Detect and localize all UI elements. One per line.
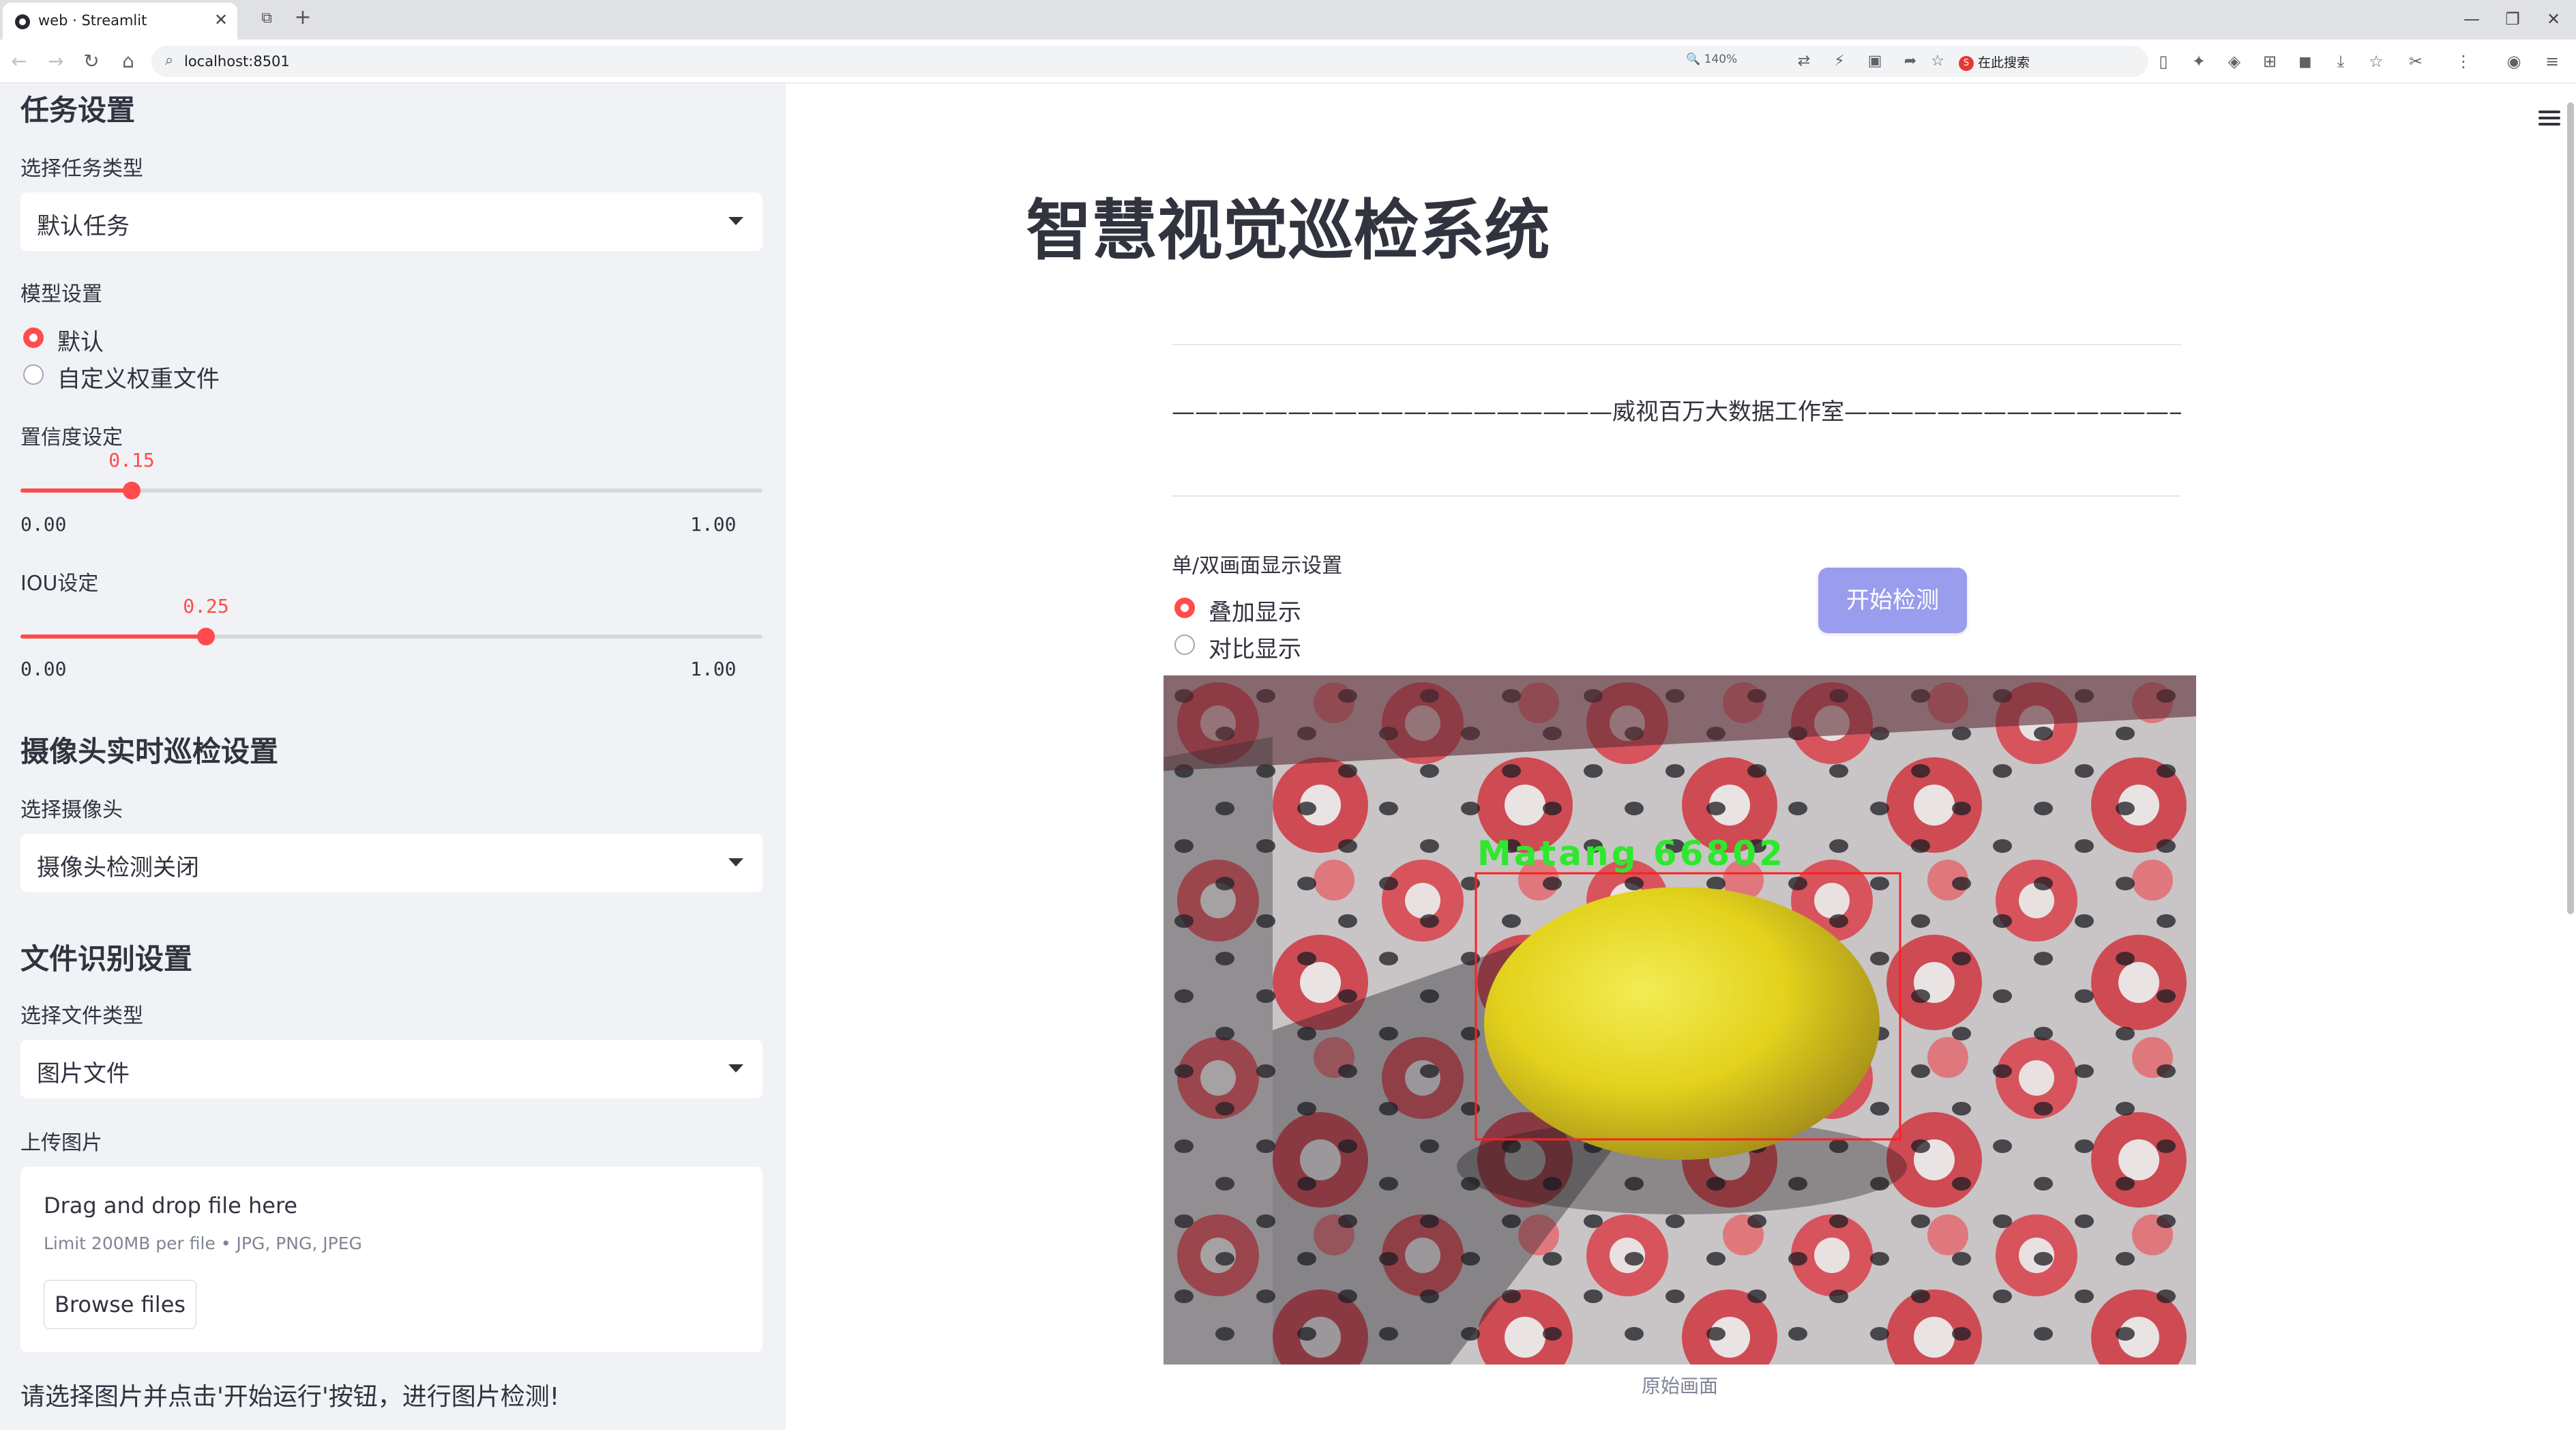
studio-banner-text: ———————————————————威视百万大数据工作室———————————… [1172,398,2181,426]
bookmarks-icon[interactable]: ☆ [2364,49,2388,74]
iou-min: 0.00 [20,658,67,680]
browser-toolbar: ← → ↻ ⌂ ⌕ localhost:8501 🔍 140% ⇄ ⚡ ▣ ➦ … [0,40,2576,83]
slider-fill [20,634,206,639]
file-settings-heading: 文件识别设置 [20,942,193,976]
model-option-label: 自定义权重文件 [57,366,220,393]
iou-max: 1.00 [690,658,737,680]
detection-label-text: Matang 66802 [1477,834,1786,873]
window-minimize-button[interactable]: — [2458,7,2485,31]
star-icon[interactable]: ☆ [1927,51,1948,72]
window-restore-button[interactable]: ❐ [2499,7,2526,31]
zoom-level[interactable]: 🔍 140% [1686,53,1737,66]
start-detection-button[interactable]: 开始检测 [1818,568,1967,633]
camera-settings-heading: 摄像头实时巡检设置 [20,735,279,768]
browser-tab-bar: web · Streamlit ✕ ⧉ + — ❐ ✕ [0,0,2576,40]
browser-tab[interactable]: web · Streamlit ✕ [3,3,237,40]
model-settings-label: 模型设置 [20,282,102,306]
radio-unselected-icon [23,364,44,385]
radio-selected-icon [23,327,44,348]
reader-icon[interactable]: ▯ [2151,49,2176,74]
slider-fill [20,488,132,493]
camera-select[interactable]: 摄像头检测关闭 [20,834,763,892]
display-mode-label: 单/双画面显示设置 [1172,554,1343,578]
radio-selected-icon [1174,598,1195,618]
lightning-icon[interactable]: ⚡ [1829,51,1850,72]
streamlit-favicon-icon [15,14,30,29]
search-provider-badge: S [1959,55,1974,71]
tab-close-icon[interactable]: ✕ [211,10,231,30]
detection-image-illustration: Matang 66802 [1164,675,2196,1365]
model-option-label: 默认 [57,329,104,356]
download-icon[interactable]: ⤓ [2328,49,2353,74]
home-icon[interactable]: ⌂ [116,49,140,74]
display-option-label: 叠加显示 [1209,599,1301,626]
confidence-value: 0.15 [108,449,155,471]
sidebar-hint-text: 请选择图片并点击'开始运行'按钮，进行图片检测! [20,1383,560,1411]
address-url[interactable]: localhost:8501 [184,53,290,70]
cut-tools-icon[interactable]: ✂ [2403,49,2428,74]
iou-slider[interactable]: 0.25 [20,595,763,645]
chevron-down-icon [728,1064,743,1072]
task-settings-heading: 任务设置 [20,93,136,127]
back-icon[interactable]: ← [7,49,31,74]
file-type-label: 选择文件类型 [20,1004,143,1028]
file-uploader-dropzone[interactable]: Drag and drop file here Limit 200MB per … [20,1167,763,1352]
window-close-button[interactable]: ✕ [2540,7,2567,31]
confidence-slider-thumb[interactable] [123,482,140,499]
forward-icon[interactable]: → [44,49,68,74]
search-icon: ⌕ [164,52,174,69]
display-option-label: 对比显示 [1209,636,1301,663]
page-title: 智慧视觉巡检系统 [1026,192,1550,269]
hamburger-menu-icon[interactable] [2538,108,2564,128]
confidence-label: 置信度设定 [20,426,123,450]
file-type-value: 图片文件 [37,1060,130,1088]
radio-unselected-icon [1174,634,1195,655]
extension-blue-icon[interactable]: ◈ [2222,49,2247,74]
divider [1172,495,2181,497]
iou-slider-thumb[interactable] [197,628,215,645]
new-tab-button[interactable]: + [292,7,314,29]
address-bar[interactable]: ⌕ localhost:8501 🔍 140% ⇄ ⚡ ▣ ➦ ☆ S 在此搜索 [151,46,2148,77]
reload-icon[interactable]: ↻ [79,49,104,74]
drop-text: Drag and drop file here [44,1193,298,1219]
upload-label: 上传图片 [20,1131,102,1155]
divider [1172,344,2181,345]
screenshot-icon[interactable]: ▣ [1865,51,1885,72]
confidence-slider[interactable]: 0.15 [20,449,763,499]
confidence-min: 0.00 [20,513,67,536]
image-caption: 原始画面 [1641,1375,1718,1397]
browse-files-button[interactable]: Browse files [44,1280,196,1329]
translate-icon[interactable]: ⇄ [1794,51,1814,72]
search-provider[interactable]: S 在此搜索 [1959,53,2030,71]
iou-value: 0.25 [183,595,229,617]
chevron-down-icon [728,858,743,866]
zoom-value: 140% [1704,53,1738,66]
upload-limit-text: Limit 200MB per file • JPG, PNG, JPEG [44,1234,362,1253]
extension-dark-icon[interactable]: ◼ [2293,49,2318,74]
extension-translate-icon[interactable]: ⊞ [2257,49,2282,74]
profile-avatar-icon[interactable]: ◉ [2502,49,2526,74]
tab-grid-icon[interactable]: ⧉ [258,10,276,27]
camera-select-value: 摄像头检测关闭 [37,854,199,881]
search-provider-text: 在此搜索 [1978,55,2030,70]
extension-color-icon[interactable]: ✦ [2187,49,2211,74]
iou-label: IOU设定 [20,572,99,596]
camera-select-label: 选择摄像头 [20,798,123,822]
browser-menu-icon[interactable]: ≡ [2540,49,2564,74]
tab-title: web · Streamlit [38,12,147,29]
page-scrollbar[interactable] [2567,102,2574,914]
more-menu-icon[interactable]: ⋮ [2451,49,2476,74]
detection-image: Matang 66802 [1164,675,2196,1365]
share-icon[interactable]: ➦ [1900,51,1921,72]
file-type-select[interactable]: 图片文件 [20,1040,763,1098]
confidence-max: 1.00 [690,513,737,536]
